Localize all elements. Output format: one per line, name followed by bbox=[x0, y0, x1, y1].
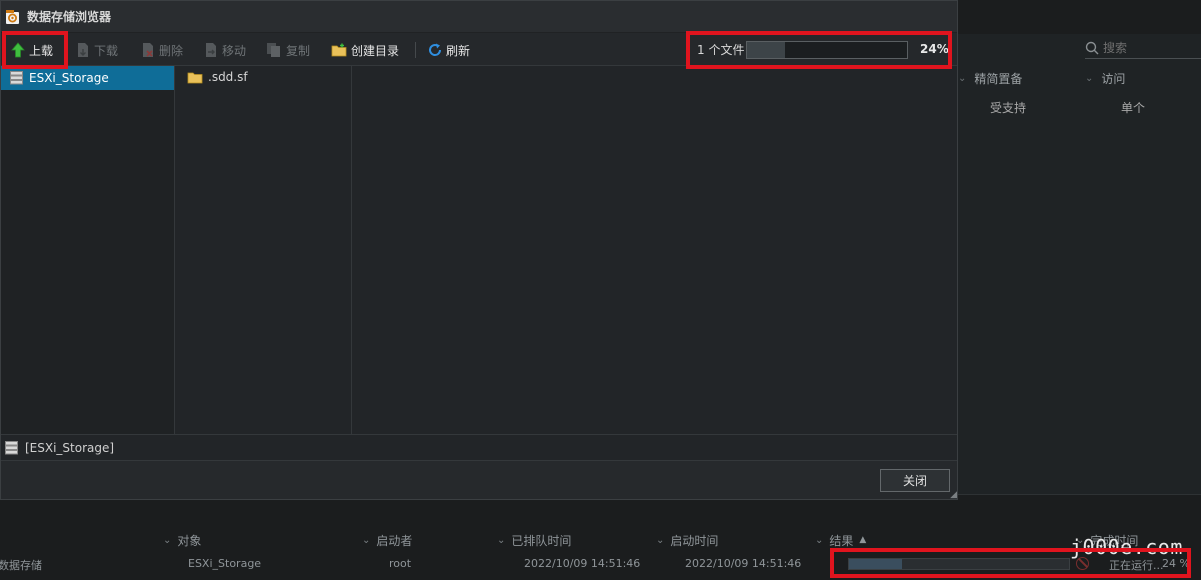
move-icon bbox=[204, 42, 218, 58]
datastore-tree-pane: ESXi_Storage ||| bbox=[1, 66, 175, 486]
download-button[interactable]: 下载 bbox=[76, 39, 118, 61]
move-button[interactable]: 移动 bbox=[204, 39, 246, 61]
refresh-button[interactable]: 刷新 bbox=[428, 39, 470, 61]
datastore-icon bbox=[10, 71, 23, 85]
task-queued-time: 2022/10/09 14:51:46 bbox=[524, 557, 641, 570]
copy-icon bbox=[266, 42, 282, 58]
dialog-titlebar[interactable]: 数据存储浏览器 bbox=[1, 1, 957, 33]
list-item[interactable]: .sdd.sf bbox=[187, 70, 248, 84]
sort-asc-icon: ▲ bbox=[859, 535, 867, 545]
resize-grip-icon[interactable]: ◢ bbox=[950, 490, 957, 499]
datastore-icon bbox=[5, 440, 18, 455]
refresh-icon bbox=[428, 43, 442, 57]
dialog-title: 数据存储浏览器 bbox=[27, 10, 112, 24]
create-directory-button[interactable]: 创建目录 bbox=[331, 39, 399, 61]
th-initiator[interactable]: ⌄ 启动者 bbox=[362, 532, 412, 549]
cell-thin-provisioning: 受支持 bbox=[990, 101, 1027, 115]
highlight-upload-button bbox=[2, 31, 68, 69]
th-result[interactable]: ⌄ 结果 ▲ bbox=[815, 532, 866, 549]
th-queued-time[interactable]: ⌄ 已排队时间 bbox=[497, 532, 571, 549]
dialog-footer: 关闭 ◢ bbox=[1, 460, 957, 499]
folder-name: .sdd.sf bbox=[208, 70, 248, 84]
search-placeholder: 搜索 bbox=[1103, 41, 1128, 55]
new-folder-icon bbox=[331, 43, 347, 57]
column-header-access[interactable]: ⌄ 访问 bbox=[1085, 70, 1125, 87]
cell-access: 单个 bbox=[1121, 101, 1146, 115]
task-object: ESXi_Storage bbox=[188, 557, 262, 570]
file-detail-pane bbox=[352, 66, 957, 434]
screen: 搜索 ⌄ 精简置备 ⌄ 访问 受支持 单个 ⌄ 对象 ⌄ 启动者 ⌄ 已排队时间 ⌄ 启动时… bbox=[0, 0, 1201, 580]
datastore-browser-icon bbox=[5, 9, 21, 25]
current-path: [ESXi_Storage] bbox=[25, 440, 115, 455]
highlight-upload-progress bbox=[686, 31, 952, 69]
th-object[interactable]: ⌄ 对象 bbox=[163, 532, 201, 549]
folder-list-pane: .sdd.sf ||| bbox=[175, 66, 352, 486]
delete-icon bbox=[141, 42, 155, 58]
folder-icon bbox=[187, 71, 203, 84]
background-search[interactable]: 搜索 bbox=[1085, 37, 1201, 59]
task-initiator: root bbox=[389, 557, 412, 570]
column-header-thin-provisioning[interactable]: ⌄ 精简置备 bbox=[958, 70, 1022, 87]
delete-button[interactable]: 删除 bbox=[141, 39, 183, 61]
datastore-browser-dialog: 数据存储浏览器 上载 下载 删除 移动 复制 创建目录 刷新 1 个文件 24%… bbox=[0, 0, 958, 500]
th-start-time[interactable]: ⌄ 启动时间 bbox=[656, 532, 718, 549]
highlight-task-progress bbox=[830, 548, 1191, 578]
tree-item-label: ESXi_Storage bbox=[29, 71, 109, 85]
current-path-bar: [ESXi_Storage] bbox=[1, 434, 957, 460]
copy-button[interactable]: 复制 bbox=[266, 39, 310, 61]
tree-item-datastore[interactable]: ESXi_Storage bbox=[1, 66, 174, 90]
download-icon bbox=[76, 42, 90, 58]
toolbar-separator bbox=[415, 42, 416, 58]
task-start-time: 2022/10/09 14:51:46 bbox=[685, 557, 802, 570]
task-name: 数据存储 bbox=[0, 559, 42, 572]
close-button[interactable]: 关闭 bbox=[880, 469, 950, 492]
search-icon bbox=[1085, 41, 1099, 55]
